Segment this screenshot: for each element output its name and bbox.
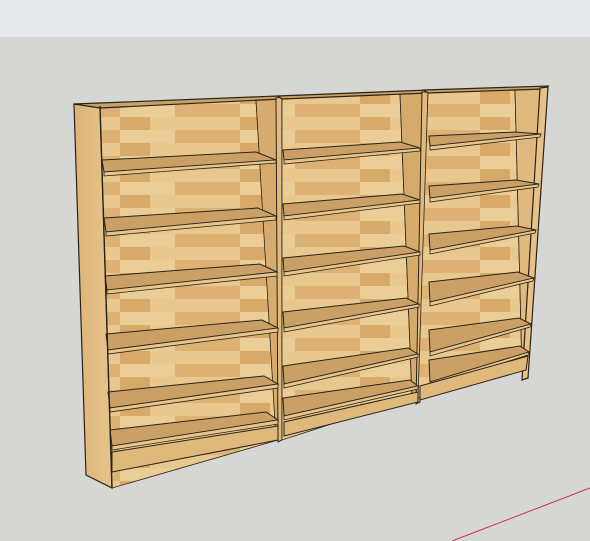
middle-bookcase[interactable] — [276, 89, 429, 441]
toolbar-strip — [0, 0, 590, 38]
left-bookcase[interactable] — [73, 95, 284, 489]
sketchup-app — [0, 0, 590, 541]
model-canvas[interactable] — [0, 38, 590, 541]
right-bookcase[interactable] — [417, 85, 550, 401]
red-axis-line — [451, 487, 590, 541]
3d-viewport[interactable] — [0, 38, 590, 541]
